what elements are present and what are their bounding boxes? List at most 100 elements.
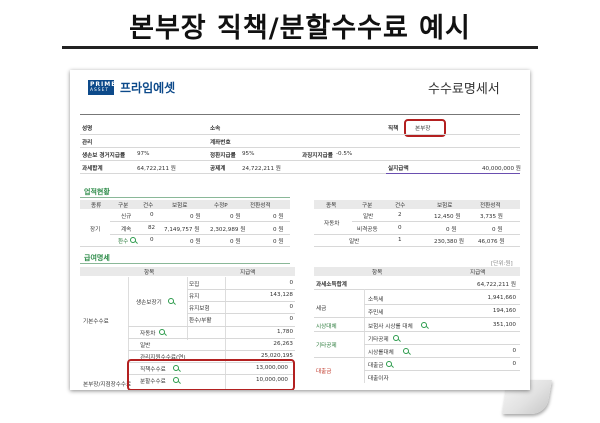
table-cell: 신규 xyxy=(121,214,132,220)
table-cell: 0 원 xyxy=(190,239,201,245)
table-cell: 12,450 원 xyxy=(434,214,461,220)
loan-group: 대출금 xyxy=(316,369,332,375)
table-cell: 7,149,757 원 xyxy=(164,227,200,233)
prime-asset-logo: PRIME ASSET xyxy=(88,80,117,95)
pay-rate-value: 95% xyxy=(242,151,255,157)
pay-item-value: 26,263 xyxy=(273,341,293,347)
table-cell: 0 원 xyxy=(492,227,503,233)
deduct-item-label: 보험사 시상롤 대체 xyxy=(368,324,413,330)
pay-item-label: 모집 xyxy=(189,282,200,288)
table-cell: 0 xyxy=(150,212,154,218)
pay-section-title: 급여명세 xyxy=(84,254,110,262)
page-title: 본부장 직책/분할수수료 예시 xyxy=(129,13,471,44)
pay-item-label: 환수/부활 xyxy=(189,318,212,324)
search-icon[interactable] xyxy=(130,237,136,243)
tax-group: 세금 xyxy=(316,306,327,312)
deduct-item-value: 1,941,660 xyxy=(487,295,516,301)
deduct-item-value: 0 xyxy=(512,348,516,354)
header-divider xyxy=(80,114,520,115)
deduct-item-label: 대출금 xyxy=(368,363,384,369)
col-header: 지급액 xyxy=(240,270,256,276)
table-cell: 0 원 xyxy=(190,214,201,220)
table-cell: 2,302,989 원 xyxy=(210,227,246,233)
deduct-item-value: 351,100 xyxy=(492,322,516,328)
actual-pay-value: 40,000,000 원 xyxy=(482,166,521,172)
search-icon[interactable] xyxy=(393,335,399,341)
table-cell: 0 원 xyxy=(273,214,284,220)
company-name: 프라임에셋 xyxy=(120,81,176,95)
table-cell: 0 원 xyxy=(230,214,241,220)
pay-item-label: 일반 xyxy=(140,343,151,349)
col-header: 종류 xyxy=(91,203,102,209)
table-cell: 0 xyxy=(398,225,402,231)
deduct-label: 공제계 xyxy=(210,166,226,172)
col-header: 건수 xyxy=(143,203,154,209)
group-life: 생손보장기 xyxy=(136,300,162,306)
table-cell: 비격공동 xyxy=(357,227,378,233)
table-cell: 장기 xyxy=(90,227,101,233)
pay-item-value: 0 xyxy=(289,304,293,310)
statement-document: PRIME ASSET 프라임에셋 수수료명세서 성명 소속 직책 본부장 관리… xyxy=(70,70,530,390)
col-header: 지급액 xyxy=(470,270,486,276)
table-cell: 0 원 xyxy=(273,227,284,233)
affiliation-label: 소속 xyxy=(210,126,221,132)
performance-section-title: 업적현황 xyxy=(84,188,110,196)
search-icon[interactable] xyxy=(386,361,392,367)
retention-label: 생손보 경거지급률 xyxy=(82,153,126,159)
unit-note: [단위:원] xyxy=(491,261,513,267)
name-label: 성명 xyxy=(82,126,93,132)
deduct-item-label: 주민세 xyxy=(368,310,384,316)
deduct-item-value: 0 xyxy=(512,361,516,367)
pay-item-value: 0 xyxy=(289,316,293,322)
search-icon[interactable] xyxy=(168,298,174,304)
tax-value: -0.5% xyxy=(336,151,353,157)
table-cell: 0 원 xyxy=(230,239,241,245)
pay-item-label: 유지보험 xyxy=(189,306,210,312)
deduct-item-label: 시상롤대체 xyxy=(368,350,394,356)
deduct-item-label: 소득세 xyxy=(368,297,384,303)
title-underline xyxy=(62,46,538,49)
col-header: 보험료 xyxy=(437,203,453,209)
etc-group: 기타공제 xyxy=(316,343,337,349)
col-header: 구분 xyxy=(362,203,373,209)
table-cell: 계속 xyxy=(121,227,132,233)
col-header: 전환성적 xyxy=(250,203,271,209)
table-cell: 일반 xyxy=(349,239,360,245)
deduct-item-label: 대출이자 xyxy=(368,376,389,382)
document-title: 수수료명세서 xyxy=(428,82,500,97)
total-value: 64,722,211 원 xyxy=(137,166,176,172)
search-icon[interactable] xyxy=(403,348,409,354)
retention-value: 97% xyxy=(137,151,150,157)
table-cell: 2 xyxy=(398,212,402,218)
pay-rate-label: 정환지급률 xyxy=(210,153,236,159)
table-cell: 0 원 xyxy=(446,227,457,233)
pay-item-label: 자동차 xyxy=(140,331,156,337)
col-header: 전환성적 xyxy=(480,203,501,209)
col-header: 건수 xyxy=(395,203,406,209)
deduct-value: 24,722,211 원 xyxy=(242,166,281,172)
rank-label: 관리 xyxy=(82,140,93,146)
search-icon[interactable] xyxy=(159,329,165,335)
account-label: 계좌번호 xyxy=(210,140,231,146)
deduct-item-label: 기타공제 xyxy=(368,337,389,343)
col-header: 구분 xyxy=(118,203,129,209)
table-cell: 3,735 원 xyxy=(480,214,503,220)
table-cell: 0 xyxy=(150,237,154,243)
pay-item-value: 143,128 xyxy=(269,292,293,298)
col-header: 보험료 xyxy=(172,203,188,209)
table-cell: 46,076 원 xyxy=(478,239,505,245)
commission-highlight xyxy=(127,359,295,390)
table-cell: 일반 xyxy=(363,214,374,220)
col-header: 항목 xyxy=(372,270,383,276)
sisang-group: 시상대체 xyxy=(316,324,337,330)
taxable-value: 64,722,211 원 xyxy=(477,282,516,288)
taxable-label: 과세소득합계 xyxy=(316,282,347,288)
table-cell: 82 xyxy=(148,225,156,231)
search-icon[interactable] xyxy=(421,322,427,328)
group-bonus: 본부장/지점장수수료 xyxy=(83,382,132,388)
actual-pay-label: 실지급액 xyxy=(388,166,409,172)
col-header: 종목 xyxy=(326,203,337,209)
total-label: 과세합계 xyxy=(82,166,103,172)
deduct-item-value: 194,160 xyxy=(492,308,516,314)
table-cell: 0 원 xyxy=(273,239,284,245)
